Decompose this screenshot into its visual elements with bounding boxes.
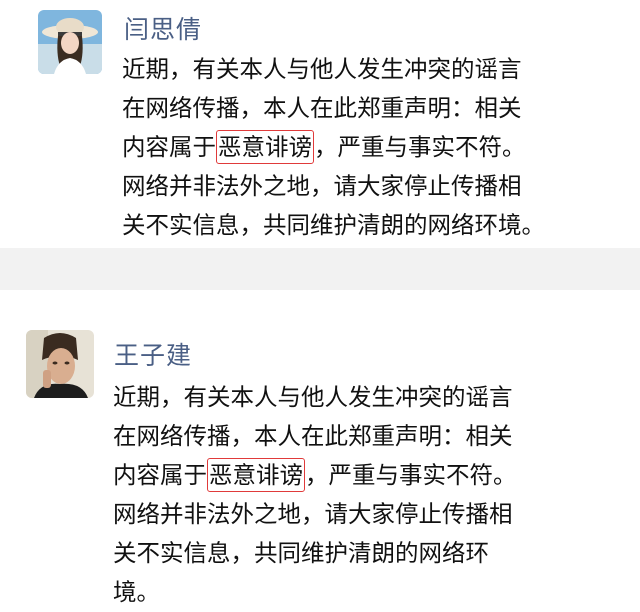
- post-text: 近期，有关本人与他人发生冲突的谣言 在网络传播，本人在此郑重声明：相关 内容属于…: [113, 378, 619, 612]
- author-name[interactable]: 闫思倩: [124, 10, 202, 46]
- text-line: 内容属于恶意诽谤，严重与事实不符。: [113, 456, 619, 495]
- highlighted-phrase: 恶意诽谤: [216, 130, 314, 164]
- text-line: 内容属于恶意诽谤，严重与事实不符。: [122, 128, 628, 167]
- avatar[interactable]: [26, 330, 94, 398]
- post-separator: [0, 248, 640, 290]
- text-line: 近期，有关本人与他人发生冲突的谣言: [113, 383, 513, 411]
- text-line: 关不实信息，共同维护清朗的网络环: [113, 539, 489, 567]
- post-card-2: 王子建 近期，有关本人与他人发生冲突的谣言 在网络传播，本人在此郑重声明：相关 …: [0, 290, 640, 606]
- post-text: 近期，有关本人与他人发生冲突的谣言 在网络传播，本人在此郑重声明：相关 内容属于…: [122, 50, 628, 245]
- avatar-photo-woman: [38, 10, 102, 74]
- text-line: 境。: [113, 578, 160, 606]
- text-line: 关不实信息，共同维护清朗的网络环境。: [122, 211, 545, 239]
- text-line: 近期，有关本人与他人发生冲突的谣言: [122, 55, 522, 83]
- text-line: 网络并非法外之地，请大家停止传播相: [113, 500, 513, 528]
- avatar-photo-man: [26, 330, 94, 398]
- text-line: 网络并非法外之地，请大家停止传播相: [122, 172, 522, 200]
- avatar[interactable]: [38, 10, 102, 74]
- author-name[interactable]: 王子建: [114, 336, 192, 372]
- post-card-1: 闫思倩 近期，有关本人与他人发生冲突的谣言 在网络传播，本人在此郑重声明：相关 …: [0, 0, 640, 248]
- text-line: 在网络传播，本人在此郑重声明：相关: [122, 94, 522, 122]
- highlighted-phrase: 恶意诽谤: [207, 458, 305, 492]
- text-line: 在网络传播，本人在此郑重声明：相关: [113, 422, 513, 450]
